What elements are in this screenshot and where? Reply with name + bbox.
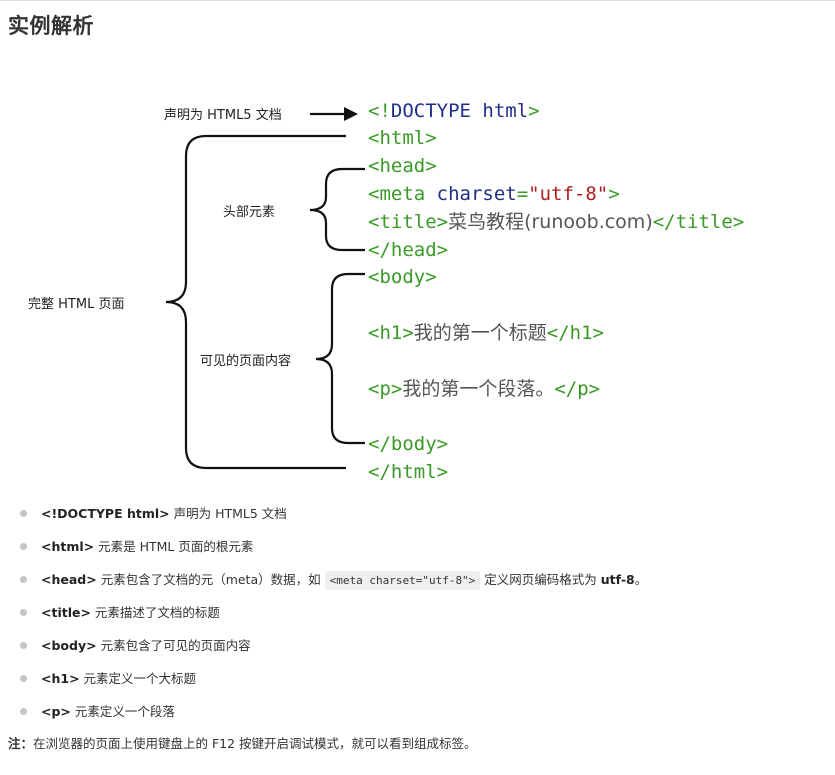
code-line-h1: <h1>我的第一个标题</h1> — [368, 322, 604, 344]
html-structure-diagram: 声明为 HTML5 文档 头部元素 完整 HTML 页面 可见的页面内容 <!D… — [0, 80, 835, 500]
code-line-doctype: <!DOCTYPE html> — [368, 100, 540, 122]
code-line-title: <title>菜鸟教程(runoob.com)</title> — [368, 211, 744, 233]
code-line-head-close: </head> — [368, 239, 448, 261]
list-item: <head> 元素包含了文档的元（meta）数据，如 <meta charset… — [0, 563, 835, 596]
list-item: <p> 元素定义一个段落 — [0, 695, 835, 728]
head-brace — [309, 167, 365, 252]
inline-code: <meta charset="utf-8"> — [324, 571, 481, 590]
page-brace — [165, 134, 346, 470]
bullet-icon — [20, 510, 27, 517]
code-line-meta: <meta charset="utf-8"> — [368, 183, 620, 205]
body-brace — [315, 272, 365, 445]
label-full-page: 完整 HTML 页面 — [28, 297, 124, 312]
bullet-icon — [20, 708, 27, 715]
code-line-body-open: <body> — [368, 266, 437, 288]
section-heading: 实例解析 — [8, 14, 94, 38]
code-line-p: <p>我的第一个段落。</p> — [368, 378, 600, 400]
code-line-head-open: <head> — [368, 155, 437, 177]
arrow-head-icon — [344, 107, 358, 121]
diagram-svg: 声明为 HTML5 文档 头部元素 完整 HTML 页面 可见的页面内容 <!D… — [28, 100, 744, 483]
list-item: <title> 元素描述了文档的标题 — [0, 596, 835, 629]
label-visible-content: 可见的页面内容 — [200, 353, 291, 369]
label-doctype: 声明为 HTML5 文档 — [164, 108, 282, 123]
code-line-body-close: </body> — [368, 433, 448, 455]
list-item: <!DOCTYPE html> 声明为 HTML5 文档 — [0, 497, 835, 530]
bullet-icon — [20, 642, 27, 649]
list-item: <html> 元素是 HTML 页面的根元素 — [0, 530, 835, 563]
diagram-connectors — [165, 112, 365, 470]
code-line-html-open: <html> — [368, 127, 437, 149]
code-line-html-close: </html> — [368, 461, 448, 483]
element-notes-list: <!DOCTYPE html> 声明为 HTML5 文档 <html> 元素是 … — [0, 497, 835, 728]
list-item: <h1> 元素定义一个大标题 — [0, 662, 835, 695]
list-item: <body> 元素包含了可见的页面内容 — [0, 629, 835, 662]
bullet-icon — [20, 675, 27, 682]
label-head-elements: 头部元素 — [223, 205, 275, 220]
bullet-icon — [20, 543, 27, 550]
top-divider — [0, 0, 835, 1]
bullet-icon — [20, 576, 27, 583]
footnote: 注：在浏览器的页面上使用键盘上的 F12 按键开启调试模式，就可以看到组成标签。 — [8, 736, 477, 751]
bullet-icon — [20, 609, 27, 616]
